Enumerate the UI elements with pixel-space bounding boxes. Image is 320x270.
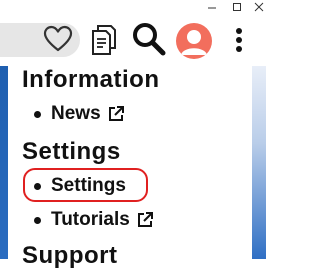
browser-toolbar <box>0 14 266 66</box>
menu-item-label: Tutorials <box>51 209 130 230</box>
section-title-information: Information <box>22 66 160 93</box>
bullet <box>34 182 41 190</box>
window-title-bar <box>0 0 266 14</box>
menu-item-news[interactable]: News <box>34 101 125 127</box>
more-vert-icon[interactable] <box>227 23 251 57</box>
section-title-settings: Settings <box>22 138 121 165</box>
left-decorative-stripe <box>0 66 8 259</box>
avatar-icon[interactable] <box>176 23 212 59</box>
dropdown-menu: Information News Settings Settings Tutor… <box>8 66 252 269</box>
reader-view-icon[interactable] <box>88 21 120 59</box>
menu-item-label: Settings <box>51 175 126 196</box>
menu-item-settings[interactable]: Settings <box>34 173 126 199</box>
menu-item-label: News <box>51 103 101 124</box>
search-icon[interactable] <box>130 20 168 58</box>
menu-item-tutorials[interactable]: Tutorials <box>34 207 154 233</box>
minimize-icon <box>208 7 216 9</box>
bullet <box>34 216 41 224</box>
section-title-support: Support <box>22 242 118 269</box>
page-content: Information News Settings Settings Tutor… <box>0 66 266 269</box>
right-decorative-stripe <box>252 66 266 259</box>
bullet <box>34 110 41 118</box>
heart-icon[interactable] <box>40 21 76 57</box>
maximize-window-button[interactable] <box>227 0 247 14</box>
close-icon <box>254 2 264 12</box>
external-link-icon <box>107 105 125 123</box>
close-window-button[interactable] <box>249 0 269 14</box>
external-link-icon <box>136 211 154 229</box>
maximize-icon <box>233 3 241 11</box>
minimize-window-button[interactable] <box>202 0 222 14</box>
